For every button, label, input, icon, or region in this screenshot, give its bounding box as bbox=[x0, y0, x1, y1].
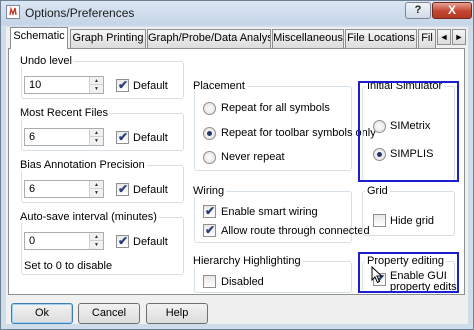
recent-files-spinner[interactable]: 6 ▲ ▼ bbox=[24, 128, 104, 146]
undo-level-label: Undo level bbox=[20, 55, 74, 67]
undo-default-label: Default bbox=[133, 80, 168, 92]
autosave-label: Auto-save interval (minutes) bbox=[20, 211, 159, 223]
bias-default-label: Default bbox=[133, 184, 168, 196]
placement-option-never: Never repeat bbox=[221, 151, 285, 163]
ok-button[interactable]: Ok bbox=[11, 303, 73, 324]
bias-precision-group: Bias Annotation Precision 6 ▲ ▼ ✔ Defaul… bbox=[20, 159, 184, 203]
tab-scroll-left-icon[interactable]: ◄ bbox=[437, 29, 451, 45]
tab-graph-probe-data-analysis[interactable]: Graph/Probe/Data Analysis bbox=[147, 29, 271, 48]
spinner-buttons: ▲ ▼ bbox=[89, 181, 103, 197]
recent-default-checkbox[interactable]: ✔ bbox=[116, 130, 129, 144]
wiring-label: Wiring bbox=[193, 185, 227, 197]
recent-files-group: Most Recent Files 6 ▲ ▼ ✔ Default bbox=[20, 107, 184, 151]
check-icon: ✔ bbox=[205, 223, 216, 237]
smart-wiring-label: Enable smart wiring bbox=[221, 206, 318, 218]
spinner-buttons: ▲ ▼ bbox=[89, 77, 103, 93]
cancel-button[interactable]: Cancel bbox=[78, 303, 140, 324]
spin-down-icon[interactable]: ▼ bbox=[90, 85, 103, 93]
autosave-spinner[interactable]: 0 ▲ ▼ bbox=[24, 232, 104, 250]
tab-scroll-right-icon[interactable]: ► bbox=[452, 29, 466, 45]
tab-file-truncated[interactable]: Fil bbox=[418, 29, 436, 48]
grid-group: Grid Hide grid bbox=[362, 185, 455, 236]
bias-precision-label: Bias Annotation Precision bbox=[20, 159, 147, 171]
hierarchy-label: Hierarchy Highlighting bbox=[193, 255, 303, 267]
spin-up-icon[interactable]: ▲ bbox=[90, 181, 103, 189]
autosave-note: Set to 0 to disable bbox=[24, 260, 113, 272]
placement-radio-all[interactable] bbox=[203, 102, 216, 115]
mouse-cursor-icon bbox=[371, 265, 383, 287]
window-title: Options/Preferences bbox=[25, 6, 135, 20]
route-through-label: Allow route through connected bbox=[221, 225, 370, 237]
check-icon: ✔ bbox=[118, 130, 129, 144]
smart-wiring-checkbox[interactable]: ✔ bbox=[203, 204, 216, 218]
spin-down-icon[interactable]: ▼ bbox=[90, 137, 103, 145]
tab-graph-printing[interactable]: Graph Printing bbox=[70, 29, 146, 48]
route-through-checkbox[interactable]: ✔ bbox=[203, 223, 216, 237]
recent-files-value: 6 bbox=[29, 131, 36, 143]
spinner-buttons: ▲ ▼ bbox=[89, 233, 103, 249]
placement-option-toolbar: Repeat for toolbar symbols only bbox=[221, 127, 376, 139]
spinner-buttons: ▲ ▼ bbox=[89, 129, 103, 145]
placement-label: Placement bbox=[193, 80, 247, 92]
spin-down-icon[interactable]: ▼ bbox=[90, 189, 103, 197]
tab-miscellaneous[interactable]: Miscellaneous bbox=[272, 29, 344, 48]
tab-schematic[interactable]: Schematic bbox=[10, 27, 68, 49]
title-bar[interactable]: Options/Preferences ? X bbox=[1, 1, 473, 25]
undo-level-group: Undo level 10 ▲ ▼ ✔ Default bbox=[20, 55, 184, 99]
spin-up-icon[interactable]: ▲ bbox=[90, 129, 103, 137]
recent-default-label: Default bbox=[133, 132, 168, 144]
placement-radio-toolbar[interactable] bbox=[203, 127, 216, 140]
hierarchy-disabled-label: Disabled bbox=[221, 276, 264, 288]
bias-precision-spinner[interactable]: 6 ▲ ▼ bbox=[24, 180, 104, 198]
autosave-group: Auto-save interval (minutes) 0 ▲ ▼ ✔ Def… bbox=[20, 211, 184, 275]
hierarchy-disabled-checkbox[interactable] bbox=[203, 275, 216, 288]
spin-up-icon[interactable]: ▲ bbox=[90, 233, 103, 241]
hide-grid-checkbox[interactable] bbox=[373, 214, 386, 227]
check-icon: ✔ bbox=[118, 182, 129, 196]
autosave-value: 0 bbox=[29, 235, 36, 247]
autosave-default-checkbox[interactable]: ✔ bbox=[116, 234, 129, 248]
tab-file-locations[interactable]: File Locations bbox=[345, 29, 417, 48]
dialog-client: Schematic Graph Printing Graph/Probe/Dat… bbox=[6, 27, 468, 324]
grid-label: Grid bbox=[365, 185, 390, 197]
recent-files-label: Most Recent Files bbox=[20, 107, 111, 119]
simulator-highlight-box bbox=[358, 81, 459, 182]
check-icon: ✔ bbox=[118, 234, 129, 248]
close-icon[interactable]: X bbox=[432, 2, 472, 19]
bias-precision-value: 6 bbox=[29, 183, 36, 195]
undo-default-checkbox[interactable]: ✔ bbox=[116, 78, 129, 92]
hierarchy-group: Hierarchy Highlighting Disabled bbox=[193, 255, 352, 293]
simetrix-app-icon bbox=[6, 5, 20, 19]
spin-up-icon[interactable]: ▲ bbox=[90, 77, 103, 85]
help-icon[interactable]: ? bbox=[405, 2, 431, 19]
autosave-default-label: Default bbox=[133, 236, 168, 248]
undo-level-value: 10 bbox=[29, 79, 42, 91]
check-icon: ✔ bbox=[205, 204, 216, 218]
help-button[interactable]: Help bbox=[146, 303, 208, 324]
check-icon: ✔ bbox=[118, 78, 129, 92]
options-dialog: Options/Preferences ? X Schematic Graph … bbox=[0, 0, 474, 330]
placement-radio-never[interactable] bbox=[203, 151, 216, 164]
schematic-panel: Undo level 10 ▲ ▼ ✔ Default Most Recent … bbox=[8, 48, 465, 295]
wiring-group: Wiring ✔ Enable smart wiring ✔ Allow rou… bbox=[193, 185, 370, 243]
placement-group: Placement Repeat for all symbols Repeat … bbox=[193, 80, 376, 171]
radio-selected-icon bbox=[207, 131, 212, 136]
spin-down-icon[interactable]: ▼ bbox=[90, 241, 103, 249]
hide-grid-label: Hide grid bbox=[390, 215, 435, 227]
placement-option-all: Repeat for all symbols bbox=[221, 102, 330, 114]
undo-level-spinner[interactable]: 10 ▲ ▼ bbox=[24, 76, 104, 94]
bias-default-checkbox[interactable]: ✔ bbox=[116, 182, 129, 196]
